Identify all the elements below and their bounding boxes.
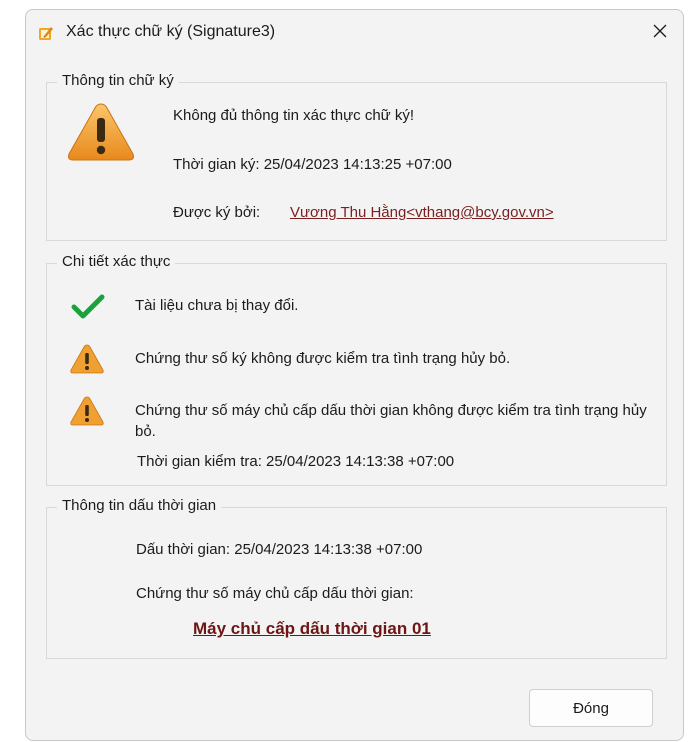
checkmark-icon: [71, 294, 105, 319]
signature-status-message: Không đủ thông tin xác thực chữ ký!: [173, 107, 415, 124]
title-bar: Xác thực chữ ký (Signature3): [26, 10, 683, 58]
signer-link[interactable]: Vương Thu Hằng<vthang@bcy.gov.vn>: [290, 204, 554, 221]
window-title: Xác thực chữ ký (Signature3): [66, 23, 276, 40]
timestamp-info-group: Thông tin dấu thời gian Dấu thời gian: 2…: [46, 497, 667, 659]
warning-icon: [70, 344, 104, 374]
signature-document-icon: [39, 27, 53, 40]
signing-time: Thời gian ký: 25/04/2023 14:13:25 +07:00: [173, 156, 452, 173]
signature-verification-dialog: Xác thực chữ ký (Signature3) Thông tin c…: [25, 9, 684, 741]
signature-info-group: Thông tin chữ ký Không đủ thông tin xác …: [46, 72, 667, 241]
timestamp-info-title: Thông tin dấu thời gian: [57, 497, 222, 514]
validation-item-document-unchanged: Tài liệu chưa bị thay đổi.: [135, 297, 299, 314]
close-button[interactable]: Đóng: [529, 689, 653, 727]
validation-item-tsa-cert: Chứng thư số máy chủ cấp dấu thời gian k…: [135, 402, 647, 440]
validation-item-signing-cert: Chứng thư số ký không được kiểm tra tình…: [135, 350, 511, 367]
warning-icon: [68, 103, 134, 161]
tsa-server-link[interactable]: Máy chủ cấp dấu thời gian 01: [193, 619, 431, 639]
warning-icon: [70, 396, 104, 426]
signed-by-label: Được ký bởi:: [173, 204, 261, 221]
tsa-cert-label: Chứng thư số máy chủ cấp dấu thời gian:: [136, 585, 414, 602]
signature-info-title: Thông tin chữ ký: [57, 72, 179, 89]
timestamp-value: Dấu thời gian: 25/04/2023 14:13:38 +07:0…: [136, 541, 423, 558]
check-time: Thời gian kiểm tra: 25/04/2023 14:13:38 …: [137, 453, 455, 470]
validation-details-title: Chi tiết xác thực: [57, 253, 176, 270]
close-icon: [653, 24, 667, 38]
close-window-button[interactable]: [637, 10, 683, 52]
validation-details-group: Chi tiết xác thực Tài liệu chưa bị thay …: [46, 253, 667, 486]
